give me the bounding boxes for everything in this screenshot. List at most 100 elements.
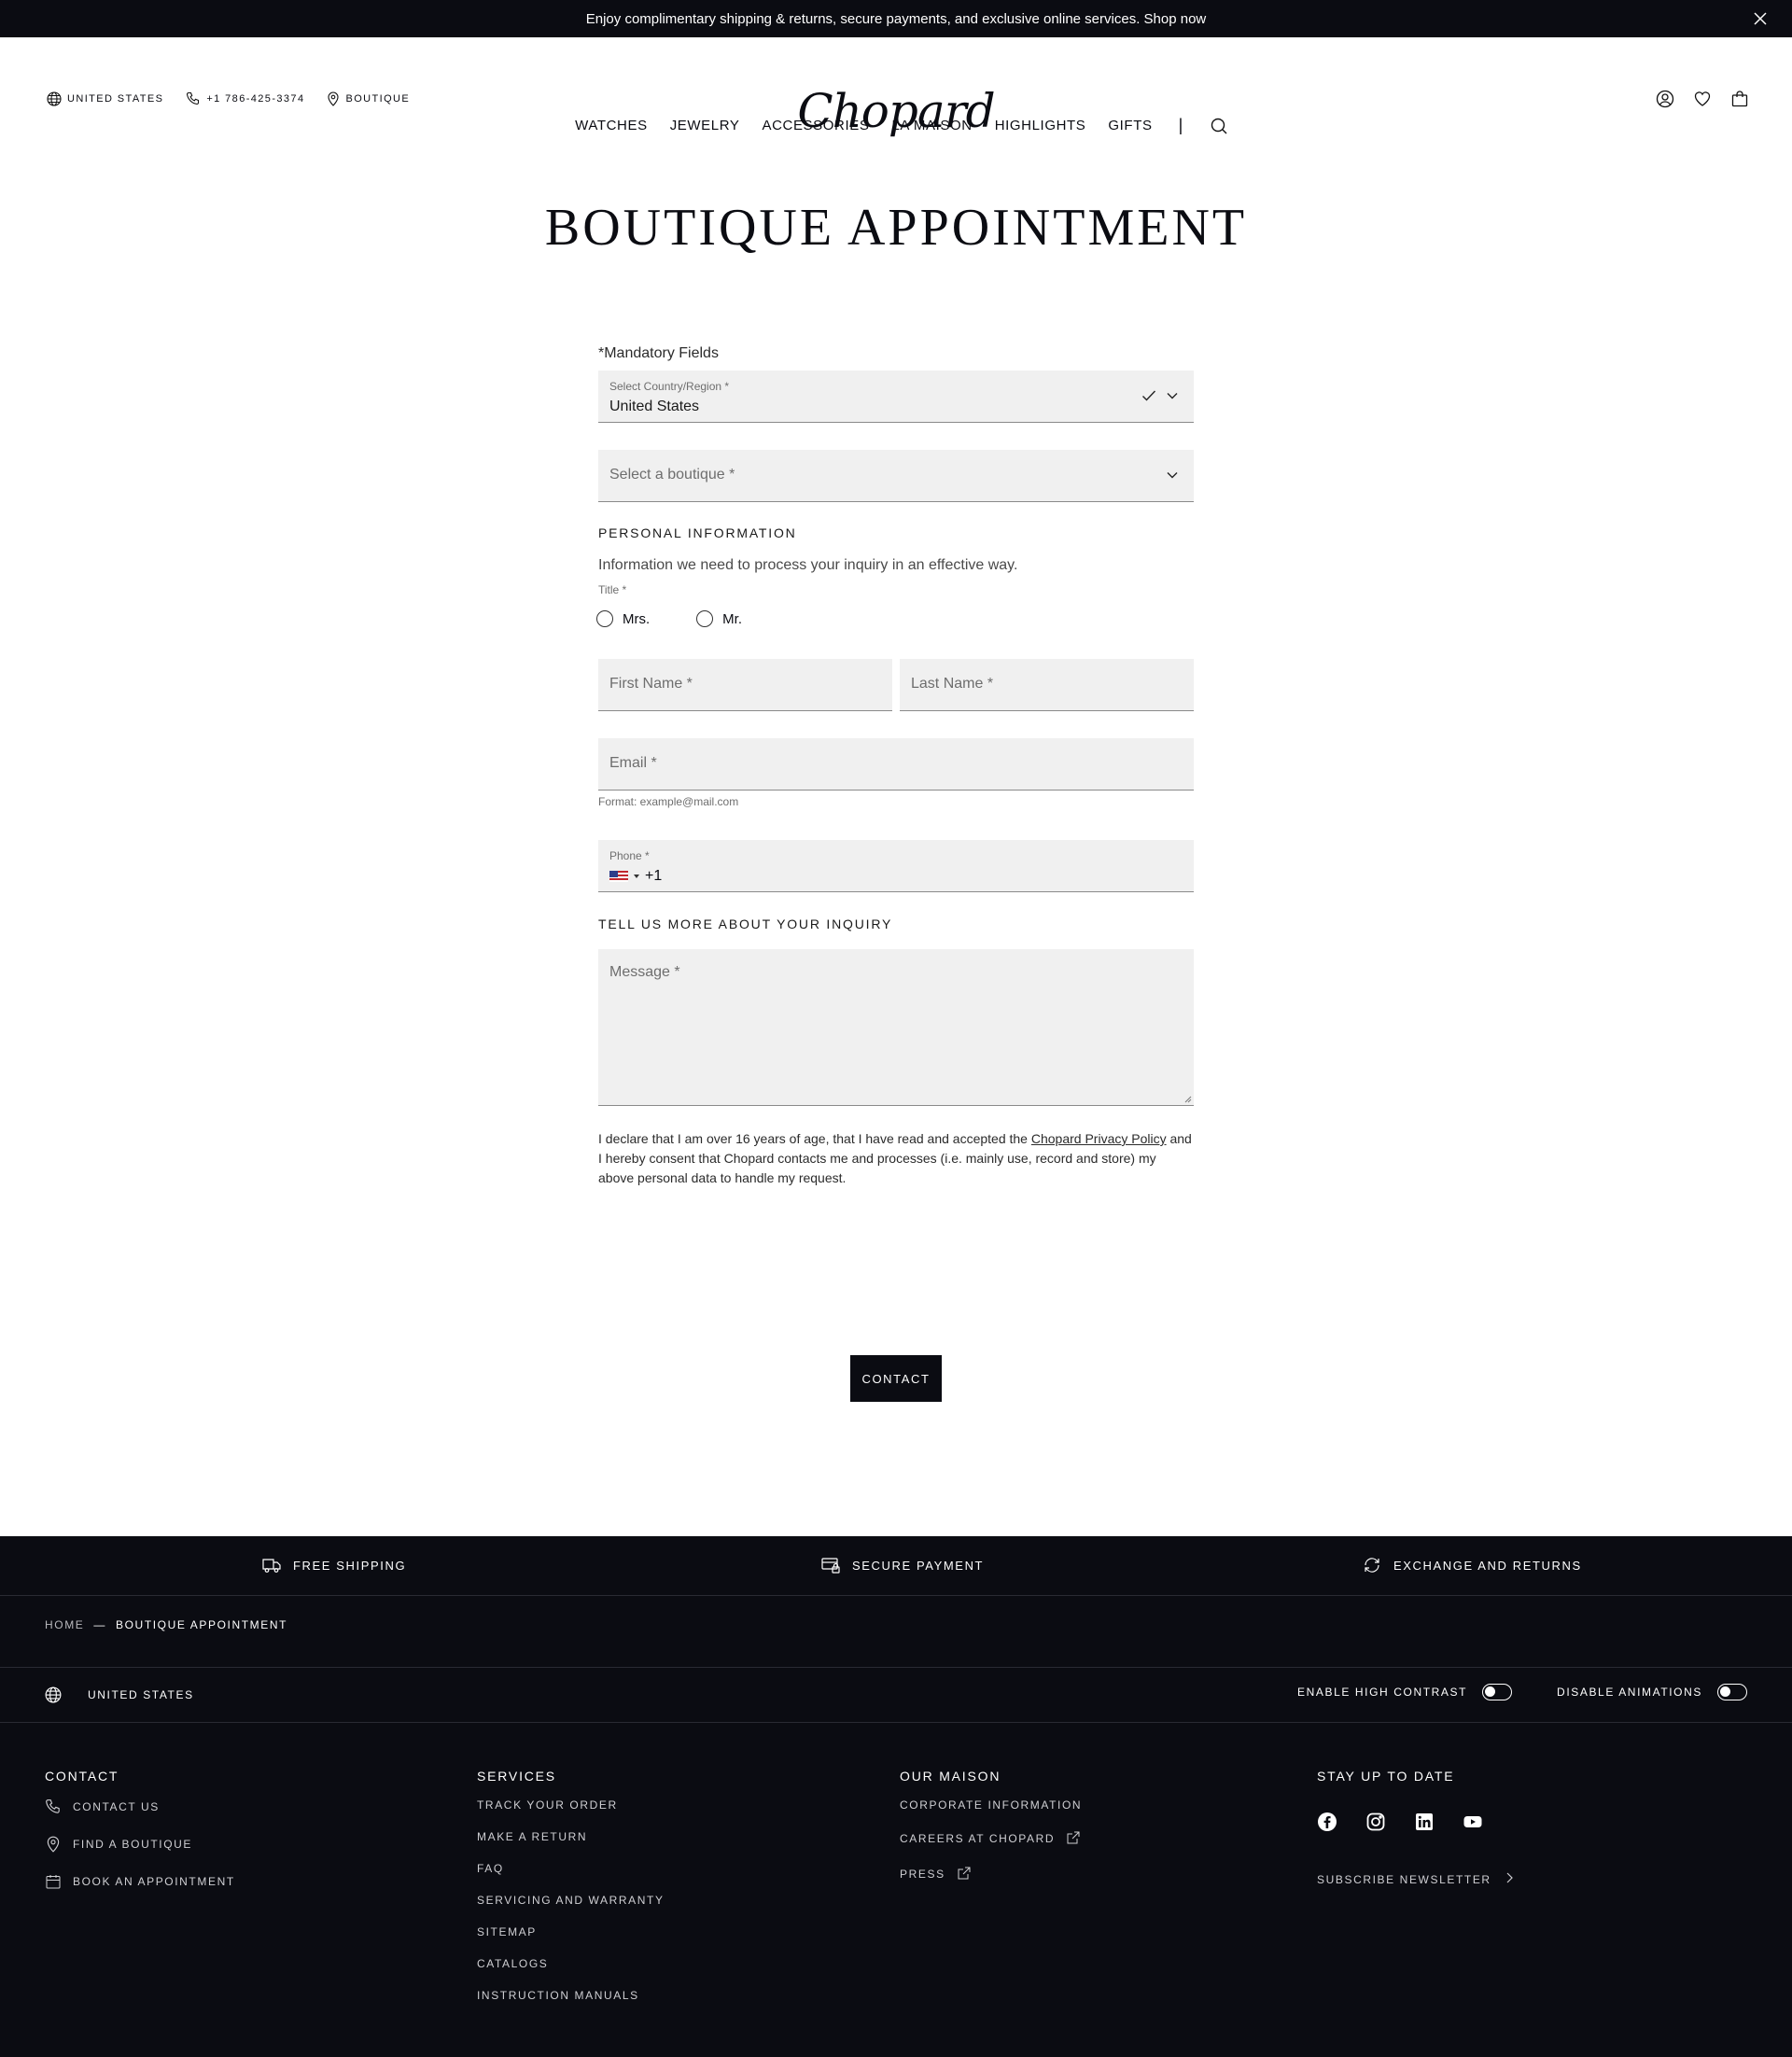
email-placeholder: Email * [609, 755, 657, 771]
footer-divider [0, 1667, 1792, 1668]
boutique-link[interactable]: Boutique [327, 91, 410, 106]
nav-item-accessories[interactable]: ACCESSORIES [762, 118, 869, 133]
footer-book-appointment-link[interactable]: Book an appointment [45, 1873, 235, 1890]
footer-maison-column: Our Maison Corporate Information Careers… [900, 1769, 1083, 1882]
footer-faq-link[interactable]: FAQ [477, 1862, 665, 1875]
radio-circle[interactable] [696, 610, 714, 627]
breadcrumb-separator: — [93, 1618, 107, 1631]
nav-item-gifts[interactable]: GIFTS [1108, 118, 1152, 133]
title-option-mr[interactable]: Mr. [696, 610, 742, 627]
boutique-select-placeholder: Select a boutique * [609, 467, 735, 483]
footer-contact-us-link[interactable]: Contact us [45, 1798, 235, 1815]
main-navigation: WATCHES JEWELRY ACCESSORIES LA MAISON HI… [0, 116, 1792, 135]
resize-grip-icon[interactable] [1183, 1094, 1192, 1103]
shopping-bag-icon[interactable] [1730, 90, 1749, 108]
nav-item-highlights[interactable]: HIGHLIGHTS [995, 118, 1086, 133]
phone-country-prefix[interactable]: +1 [609, 868, 662, 885]
nav-item-jewelry[interactable]: JEWELRY [670, 118, 740, 133]
delivery-truck-icon [261, 1555, 282, 1575]
external-link-icon [1066, 1830, 1083, 1847]
consent-text-before: I declare that I am over 16 years of age… [598, 1131, 1031, 1146]
footer-servicing-warranty-link[interactable]: Servicing and Warranty [477, 1894, 665, 1907]
phone-field[interactable]: Phone * +1 [598, 840, 1194, 892]
exchange-arrows-icon [1362, 1555, 1382, 1575]
nav-item-watches[interactable]: WATCHES [575, 118, 648, 133]
high-contrast-label: Enable High Contrast [1297, 1686, 1468, 1699]
personal-information-help: Information we need to process your inqu… [598, 557, 1018, 573]
location-pin-icon [327, 91, 340, 106]
title-label: Title * [598, 583, 627, 596]
footer-locale-label: United States [88, 1688, 194, 1701]
account-icon[interactable] [1656, 90, 1674, 108]
message-textarea[interactable]: Message * [598, 949, 1194, 1106]
footer-catalogs-link[interactable]: Catalogs [477, 1957, 665, 1970]
secure-payment-item[interactable]: Secure Payment [820, 1555, 984, 1575]
phone-country-code: +1 [645, 868, 663, 884]
disable-animations-label: Disable Animations [1557, 1686, 1702, 1699]
footer-find-boutique-link[interactable]: Find a boutique [45, 1836, 235, 1853]
first-name-field[interactable]: First Name * [598, 659, 892, 711]
chevron-down-icon [1166, 469, 1179, 482]
title-option-mrs[interactable]: Mrs. [596, 610, 650, 627]
footer-stay-column: Stay up to date Subscribe Newsletter [1317, 1769, 1519, 1888]
phone-label: Phone * [609, 849, 650, 862]
nav-separator: | [1178, 116, 1183, 134]
boutique-select[interactable]: Select a boutique * [598, 450, 1194, 502]
nav-item-la-maison[interactable]: LA MAISON [891, 118, 972, 133]
footer-sitemap-link[interactable]: Sitemap [477, 1925, 665, 1938]
country-select[interactable]: Select Country/Region * United States [598, 371, 1194, 423]
footer-careers-link[interactable]: Careers at Chopard [900, 1830, 1083, 1847]
free-shipping-item[interactable]: Free Shipping [261, 1555, 406, 1575]
phone-link[interactable]: +1 786-425-3374 [186, 91, 304, 106]
site-header: United States +1 786-425-3374 Boutique C… [0, 37, 1792, 138]
footer-services-heading: Services [477, 1769, 556, 1784]
high-contrast-toggle[interactable]: Enable High Contrast [1297, 1684, 1513, 1700]
exchange-returns-label: Exchange and Returns [1393, 1558, 1582, 1573]
contact-submit-button[interactable]: Contact [850, 1355, 942, 1402]
disable-animations-toggle[interactable]: Disable Animations [1557, 1684, 1747, 1700]
facebook-icon[interactable] [1317, 1812, 1337, 1832]
globe-icon [45, 1686, 62, 1703]
footer-press-link[interactable]: Press [900, 1866, 1083, 1882]
first-name-placeholder: First Name * [609, 676, 693, 692]
exchange-returns-item[interactable]: Exchange and Returns [1362, 1555, 1582, 1575]
phone-icon [45, 1798, 62, 1815]
announcement-text[interactable]: Enjoy complimentary shipping & returns, … [586, 11, 1207, 27]
search-icon[interactable] [1210, 117, 1228, 135]
phone-icon [186, 91, 201, 106]
subscribe-newsletter-link[interactable]: Subscribe Newsletter [1317, 1871, 1519, 1888]
footer-track-order-link[interactable]: Track your order [477, 1798, 665, 1812]
email-field[interactable]: Email * [598, 738, 1194, 791]
footer-instruction-manuals-link[interactable]: Instruction Manuals [477, 1989, 665, 2002]
instagram-icon[interactable] [1365, 1812, 1386, 1832]
header-utility-links: United States +1 786-425-3374 Boutique [47, 91, 410, 106]
footer-book-appointment-label: Book an appointment [73, 1875, 235, 1888]
youtube-icon[interactable] [1463, 1812, 1483, 1832]
title-radio-group: Mrs. Mr. [596, 610, 742, 627]
footer-corporate-info-link[interactable]: Corporate Information [900, 1798, 1083, 1812]
footer-locale-selector[interactable]: United States [45, 1686, 194, 1703]
phone-number: +1 786-425-3374 [206, 93, 305, 105]
secure-payment-label: Secure Payment [852, 1558, 985, 1573]
chevron-right-icon [1503, 1871, 1519, 1888]
mandatory-fields-note: *Mandatory Fields [598, 345, 719, 361]
country-selector[interactable]: United States [47, 91, 163, 106]
high-contrast-switch[interactable] [1482, 1684, 1513, 1700]
radio-circle[interactable] [596, 610, 613, 627]
close-icon[interactable] [1753, 11, 1768, 26]
check-icon [1141, 389, 1156, 402]
message-placeholder: Message * [609, 964, 680, 980]
footer-contact-us-label: Contact us [73, 1800, 160, 1813]
wishlist-heart-icon[interactable] [1693, 90, 1712, 108]
privacy-policy-link[interactable]: Chopard Privacy Policy [1031, 1131, 1167, 1146]
breadcrumb-home[interactable]: Home [45, 1618, 84, 1631]
last-name-field[interactable]: Last Name * [900, 659, 1194, 711]
chevron-down-icon [1166, 389, 1179, 402]
footer-contact-heading: Contact [45, 1769, 119, 1784]
footer-find-boutique-label: Find a boutique [73, 1838, 193, 1851]
boutique-label: Boutique [345, 93, 411, 105]
disable-animations-switch[interactable] [1717, 1684, 1747, 1700]
linkedin-icon[interactable] [1414, 1812, 1435, 1832]
footer-careers-label: Careers at Chopard [900, 1832, 1056, 1845]
footer-make-return-link[interactable]: Make a return [477, 1830, 665, 1843]
